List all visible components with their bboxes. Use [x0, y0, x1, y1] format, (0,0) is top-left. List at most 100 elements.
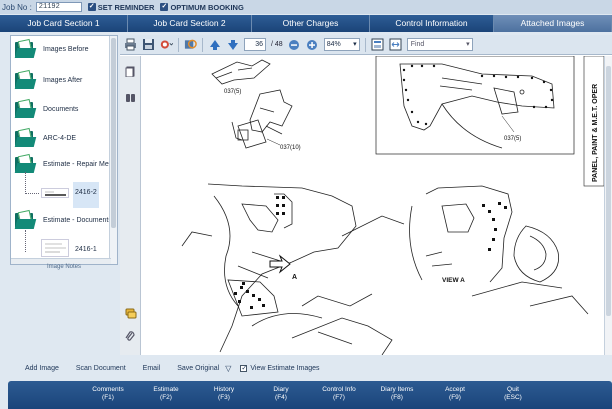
zoom-out-icon[interactable] — [288, 38, 301, 51]
arrow-up-icon[interactable] — [208, 38, 221, 51]
tab-control-information[interactable]: Control Information — [370, 15, 494, 32]
tab-job-card-section-2[interactable]: Job Card Section 2 — [128, 15, 252, 32]
folder-open-icon — [14, 209, 37, 229]
tree-item-estimate-documents[interactable]: Estimate - Documents — [14, 209, 112, 229]
fkey-label: Diary Items — [380, 386, 414, 393]
folder-icon — [14, 98, 37, 118]
arrow-down-icon[interactable] — [226, 38, 239, 51]
viewer-toolbar: 36 / 48 84% ▾ Find ▾ — [120, 35, 612, 55]
tree-item-label: Documents — [43, 105, 79, 113]
fkey-shortcut: (ESC) — [504, 394, 522, 401]
fkey-shortcut: (F9) — [449, 394, 461, 401]
tree-item-label: Estimate - Repair Met — [43, 160, 111, 168]
check-icon: ✓ — [160, 3, 169, 11]
diary-fkey-button[interactable]: Diary (F4) — [254, 386, 308, 402]
folder-icon — [14, 127, 37, 147]
fkey-label: History — [213, 386, 235, 393]
document-thumbnail[interactable] — [41, 188, 69, 198]
find-input[interactable]: Find ▾ — [406, 38, 473, 51]
tree-item-documents[interactable]: Documents — [14, 98, 79, 118]
view-a-label: VIEW A — [442, 277, 465, 284]
fkey-label: Diary — [273, 386, 289, 393]
diary-items-fkey-button[interactable]: Diary Items (F8) — [370, 386, 424, 402]
comments-fkey-button[interactable]: Comments (F1) — [81, 386, 135, 402]
chevron-down-icon: ▾ — [353, 41, 357, 48]
paperclip-icon[interactable] — [125, 331, 136, 342]
viewer-vertical-scrollbar[interactable] — [604, 56, 612, 355]
optimum-booking-button[interactable]: ✓ OPTIMUM BOOKING — [160, 2, 244, 12]
fkey-label: Control Info — [322, 386, 356, 393]
repair-method-diagram: 037(5) 037(10) 037(5) PANEL, PAINT & M.E… — [181, 56, 604, 355]
page-total-label: / 48 — [271, 41, 283, 48]
comments-icon[interactable] — [125, 308, 137, 319]
quit-fkey-button[interactable]: Quit (ESC) — [486, 386, 540, 402]
folder-open-icon — [14, 153, 37, 173]
folder-icon — [14, 38, 37, 58]
accept-fkey-button[interactable]: Accept (F9) — [428, 386, 482, 402]
tree-item-label: 2416-2 — [75, 189, 97, 196]
add-image-button[interactable]: Add Image — [25, 365, 59, 372]
image-actions-bar: Add Image Scan Document Email Save Origi… — [0, 357, 612, 379]
tree-item-images-after[interactable]: Images After — [14, 69, 83, 89]
check-icon: ✓ — [87, 3, 96, 11]
tree-item-label: Images After — [43, 76, 83, 84]
optimum-booking-label: OPTIMUM BOOKING — [170, 2, 244, 12]
callout-label: 037(5) — [504, 136, 521, 142]
binoculars-icon[interactable] — [125, 92, 136, 103]
tab-job-card-section-1[interactable]: Job Card Section 1 — [0, 15, 128, 32]
tab-attached-images[interactable]: Attached Images — [494, 15, 612, 32]
tree-item-label: Images Before — [43, 45, 89, 53]
image-folder-tree: Images Before Images After Documents ARC… — [10, 35, 118, 265]
document-thumbnail[interactable] — [41, 239, 69, 257]
view-estimate-images-checkbox[interactable]: ✓ — [240, 364, 248, 372]
history-fkey-button[interactable]: History (F3) — [197, 386, 251, 402]
control-info-fkey-button[interactable]: Control Info (F7) — [312, 386, 366, 402]
section-tabs: Job Card Section 1 Job Card Section 2 Ot… — [0, 15, 612, 32]
refresh-icon[interactable] — [184, 38, 197, 51]
estimate-fkey-button[interactable]: Estimate (F2) — [139, 386, 193, 402]
fkey-shortcut: (F8) — [391, 394, 403, 401]
attach-menu-icon[interactable] — [160, 38, 173, 51]
callout-label: 037(5) — [224, 89, 241, 95]
funnel-dropdown-icon[interactable]: ▽ — [225, 364, 231, 373]
function-key-bar: Comments (F1) Estimate (F2) History (F3) Di… — [8, 381, 612, 409]
zoom-value: 84% — [326, 41, 341, 48]
set-reminder-button[interactable]: ✓ SET REMINDER — [87, 3, 154, 12]
fkey-shortcut: (F7) — [333, 394, 345, 401]
fkey-shortcut: (F3) — [218, 394, 230, 401]
fkey-label: Comments — [92, 386, 124, 393]
save-original-button[interactable]: Save Original — [177, 365, 219, 372]
viewer-side-strip — [120, 56, 141, 355]
page-number-input[interactable]: 36 — [244, 38, 266, 51]
callout-label: 037(10) — [280, 145, 301, 151]
zoom-in-icon[interactable] — [306, 38, 319, 51]
scan-document-button[interactable]: Scan Document — [76, 365, 126, 372]
tree-item-2416-2[interactable]: 2416-2 — [75, 189, 97, 196]
tab-other-charges[interactable]: Other Charges — [252, 15, 370, 32]
print-icon[interactable] — [124, 38, 137, 51]
fit-width-icon[interactable] — [389, 38, 402, 51]
image-notes-label[interactable]: Image Notes — [10, 264, 118, 270]
zoom-select[interactable]: 84% ▾ — [323, 38, 360, 51]
tree-item-2416-1[interactable]: 2416-1 — [75, 246, 97, 253]
label-a: A — [292, 274, 297, 281]
document-page: 037(5) 037(10) 037(5) PANEL, PAINT & M.E… — [142, 56, 604, 355]
tree-item-images-before[interactable]: Images Before — [14, 38, 89, 58]
fkey-shortcut: (F2) — [160, 394, 172, 401]
pages-icon[interactable] — [125, 66, 136, 78]
tree-item-estimate-repair-methods[interactable]: Estimate - Repair Met — [14, 153, 111, 173]
tree-item-arc-4-de[interactable]: ARC-4-DE — [14, 127, 76, 147]
tree-item-label: Estimate - Documents — [43, 216, 112, 224]
fkey-label: Quit — [507, 386, 519, 393]
email-button[interactable]: Email — [143, 365, 161, 372]
save-icon[interactable] — [142, 38, 155, 51]
fkey-shortcut: (F1) — [102, 394, 114, 401]
job-number-field[interactable]: 21192 — [35, 2, 82, 12]
fit-page-icon[interactable] — [371, 38, 384, 51]
top-bar: Job No : 21192 ✓ SET REMINDER ✓ OPTIMUM … — [0, 0, 612, 14]
tree-item-label: 2416-1 — [75, 246, 97, 253]
document-viewer: 36 / 48 84% ▾ Find ▾ 037(5) 037(10) 037(… — [120, 35, 612, 355]
tree-vertical-scrollbar[interactable] — [109, 36, 117, 264]
view-estimate-images-label: View Estimate Images — [250, 364, 320, 372]
folder-icon — [14, 69, 37, 89]
